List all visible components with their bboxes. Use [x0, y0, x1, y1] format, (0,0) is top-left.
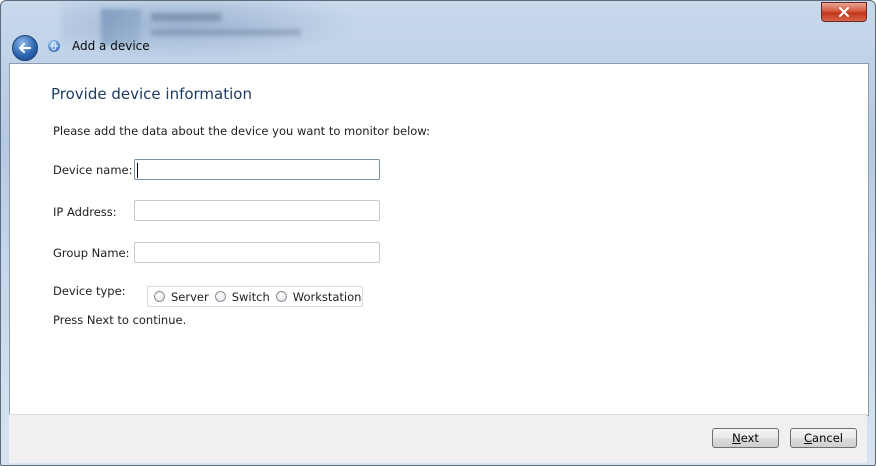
back-button[interactable] [12, 35, 38, 61]
radio-switch[interactable]: Switch [214, 289, 270, 304]
cancel-button[interactable]: Cancel [790, 428, 857, 448]
window-title: Add a device [72, 39, 150, 53]
device-type-radio-group: Server Switch Workstation [147, 286, 363, 307]
close-button[interactable] [821, 2, 867, 22]
app-icon [48, 40, 60, 52]
device-type-label: Device type: [53, 284, 126, 298]
group-name-label: Group Name: [53, 246, 130, 260]
button-bar: Next Cancel [9, 414, 867, 463]
radio-server[interactable]: Server [154, 290, 209, 304]
background-blur-text [151, 13, 221, 21]
background-blur-text [151, 29, 301, 36]
text-caret [137, 163, 138, 178]
group-name-input[interactable] [134, 242, 380, 263]
device-name-label: Device name: [53, 163, 133, 177]
radio-workstation-label: Workstation [292, 289, 362, 304]
radio-button-icon [275, 291, 287, 302]
wizard-window: Add a device Provide device information … [0, 0, 876, 466]
ip-address-input[interactable] [134, 200, 380, 221]
content-panel: Provide device information Please add th… [9, 63, 869, 416]
device-name-input[interactable] [134, 159, 380, 180]
continue-hint: Press Next to continue. [53, 313, 187, 327]
cancel-button-label: Cancel [804, 431, 843, 445]
radio-server-label: Server [171, 289, 209, 304]
next-button[interactable]: Next [712, 428, 779, 448]
instruction-text: Please add the data about the device you… [53, 124, 430, 138]
radio-button-icon [154, 291, 165, 302]
radio-switch-label: Switch [231, 289, 270, 304]
page-heading: Provide device information [51, 85, 252, 103]
next-button-label: Next [732, 431, 759, 445]
globe-icon [50, 41, 58, 51]
ip-address-label: IP Address: [53, 205, 117, 219]
radio-button-icon [214, 291, 226, 302]
radio-workstation[interactable]: Workstation [275, 289, 362, 304]
back-arrow-icon [18, 42, 32, 54]
close-icon [839, 7, 849, 17]
